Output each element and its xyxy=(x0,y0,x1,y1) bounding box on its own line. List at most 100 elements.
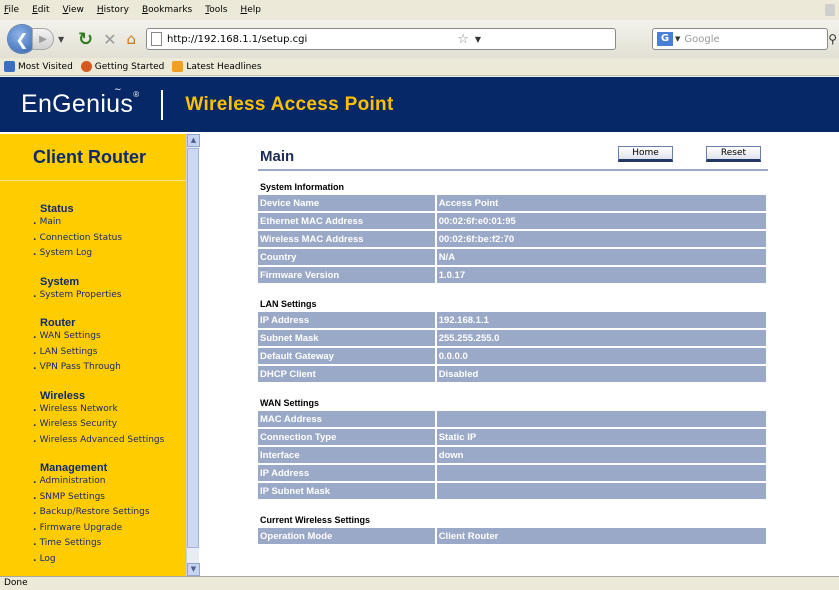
row-label: Interface xyxy=(258,447,437,463)
table-row: Subnet Mask 255.255.255.0 xyxy=(258,330,768,346)
row-label: Wireless MAC Address xyxy=(258,231,437,247)
stop-icon[interactable]: ✕ xyxy=(103,30,116,49)
search-engine-dropdown-icon[interactable]: ▼ xyxy=(675,35,680,43)
menu-view[interactable]: View xyxy=(63,5,84,15)
menu-bar: File Edit View History Bookmarks Tools H… xyxy=(0,0,839,20)
bookmark-latest-headlines[interactable]: Latest Headlines xyxy=(172,61,262,72)
sidebar-section-wireless: Wireless xyxy=(40,389,86,402)
row-label: MAC Address xyxy=(258,411,437,427)
table-row: IP Subnet Mask xyxy=(258,483,768,499)
forward-button[interactable]: ▶ xyxy=(32,28,54,50)
sidebar-item-connection-status[interactable]: Connection Status xyxy=(33,231,186,247)
main-content: Main Home Reset System Information Device… xyxy=(258,134,768,546)
row-label: IP Subnet Mask xyxy=(258,483,437,499)
scroll-down-icon[interactable]: ▼ xyxy=(187,563,200,576)
search-placeholder: Google xyxy=(684,33,720,45)
home-icon[interactable]: ⌂ xyxy=(127,30,137,48)
forward-arrow-icon: ▶ xyxy=(39,33,47,45)
sidebar-item-time-settings[interactable]: Time Settings xyxy=(33,536,186,552)
sidebar-section-management: Management xyxy=(40,462,108,474)
home-button[interactable]: Home xyxy=(618,146,673,162)
rss-icon xyxy=(172,61,184,72)
sidebar-item-main[interactable]: Main xyxy=(33,215,186,231)
sidebar-item-system-log[interactable]: System Log xyxy=(33,246,186,262)
throbber-icon xyxy=(825,4,835,16)
row-label: Device Name xyxy=(258,195,437,211)
search-input[interactable]: G ▼ Google ⚲ xyxy=(652,28,837,50)
reload-icon[interactable]: ↻ xyxy=(78,29,93,50)
sidebar-item-log[interactable]: Log xyxy=(33,552,186,568)
sidebar-item-wireless-security[interactable]: Wireless Security xyxy=(33,417,186,433)
row-value xyxy=(436,465,768,481)
table-row: Wireless MAC Address 00:02:6f:be:f2:70 xyxy=(258,231,768,247)
section-title: Current Wireless Settings xyxy=(260,515,370,525)
table-row: Interface down xyxy=(258,447,768,463)
sidebar-item-wireless-advanced-settings[interactable]: Wireless Advanced Settings xyxy=(33,433,186,449)
sidebar-item-system-properties[interactable]: System Properties xyxy=(33,288,186,304)
bookmark-star-icon[interactable]: ☆ xyxy=(457,32,469,47)
table-row: Ethernet MAC Address 00:02:6f:e0:01:95 xyxy=(258,213,768,229)
table-row: IP Address 192.168.1.1 xyxy=(258,312,768,328)
table-row: MAC Address xyxy=(258,411,768,427)
status-bar: Done xyxy=(0,576,839,590)
url-bar[interactable]: http://192.168.1.1/setup.cgi ☆ ▼ xyxy=(146,28,617,50)
page-title: Main xyxy=(260,148,295,165)
menu-tools[interactable]: Tools xyxy=(205,5,227,15)
sidebar-item-wireless-network[interactable]: Wireless Network xyxy=(33,402,186,418)
sidebar-header: Client Router xyxy=(0,134,186,181)
scroll-thumb[interactable] xyxy=(187,148,199,548)
row-value: Client Router xyxy=(436,528,768,544)
row-label: Ethernet MAC Address xyxy=(258,213,437,229)
section-title: LAN Settings xyxy=(260,299,317,309)
menu-bookmarks[interactable]: Bookmarks xyxy=(142,5,192,15)
sidebar-scrollbar[interactable]: ▲ ▼ xyxy=(186,134,200,576)
sidebar-section-status: Status xyxy=(40,203,74,215)
main-header: Main Home Reset xyxy=(258,134,768,171)
history-dropdown-icon[interactable]: ▼ xyxy=(58,35,70,44)
row-label: IP Address xyxy=(258,312,437,328)
sidebar-item-firmware-upgrade[interactable]: Firmware Upgrade xyxy=(33,521,186,537)
sidebar-section-system: System xyxy=(40,275,80,288)
sidebar-item-snmp-settings[interactable]: SNMP Settings xyxy=(33,490,186,506)
menu-history[interactable]: History xyxy=(97,5,129,15)
table-row: DHCP Client Disabled xyxy=(258,366,768,382)
table-row: Connection Type Static IP xyxy=(258,429,768,445)
back-arrow-icon: ❮ xyxy=(15,29,29,49)
sidebar-item-backup-restore-settings[interactable]: Backup/Restore Settings xyxy=(33,505,186,521)
info-table: Operation Mode Client Router xyxy=(258,526,768,546)
row-label: DHCP Client xyxy=(258,366,437,382)
url-text[interactable]: http://192.168.1.1/setup.cgi xyxy=(167,34,307,45)
row-value: 255.255.255.0 xyxy=(436,330,768,346)
table-row: Operation Mode Client Router xyxy=(258,528,768,544)
web-page: EnGenius® ∼ Wireless Access Point Client… xyxy=(0,77,839,576)
sidebar-item-administration[interactable]: Administration xyxy=(33,474,186,490)
menu-file[interactable]: File xyxy=(4,5,19,15)
sidebar-item-vpn-pass-through[interactable]: VPN Pass Through xyxy=(33,360,186,376)
bookmark-label: Most Visited xyxy=(18,61,73,72)
row-label: Operation Mode xyxy=(258,528,437,544)
banner-title: Wireless Access Point xyxy=(185,93,394,115)
logo-registered-mark: ® xyxy=(133,90,140,99)
sidebar-item-wan-settings[interactable]: WAN Settings xyxy=(33,329,186,345)
search-icon[interactable]: ⚲ xyxy=(828,32,837,46)
bookmark-most-visited[interactable]: Most Visited xyxy=(4,61,73,72)
engenius-logo: EnGenius® ∼ xyxy=(21,84,140,119)
info-table: MAC Address Connection Type Static IP Inter… xyxy=(258,409,768,501)
scroll-up-icon[interactable]: ▲ xyxy=(187,134,200,147)
menu-edit[interactable]: Edit xyxy=(32,5,49,15)
sidebar-item-lan-settings[interactable]: LAN Settings xyxy=(33,345,186,361)
table-row: IP Address xyxy=(258,465,768,481)
section-title: System Information xyxy=(260,182,345,192)
row-label: Firmware Version xyxy=(258,267,437,283)
reset-button[interactable]: Reset xyxy=(706,146,761,162)
firefox-icon xyxy=(80,61,92,72)
row-value xyxy=(436,483,768,499)
row-value: down xyxy=(436,447,768,463)
info-table: Device Name Access Point Ethernet MAC Addr… xyxy=(258,193,768,285)
bookmark-getting-started[interactable]: Getting Started xyxy=(80,61,164,72)
menu-help[interactable]: Help xyxy=(240,5,261,15)
url-dropdown-icon[interactable]: ▼ xyxy=(475,35,481,44)
row-value: Access Point xyxy=(436,195,768,211)
sidebar-section-router: Router xyxy=(40,317,76,329)
google-icon[interactable]: G xyxy=(657,32,673,46)
